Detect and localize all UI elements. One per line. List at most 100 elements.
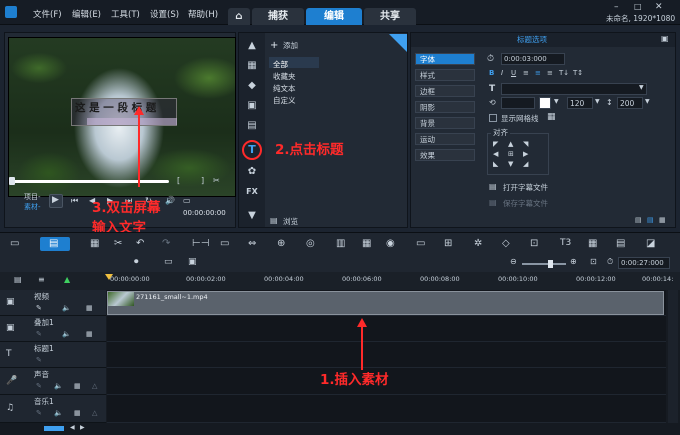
scroll-left-icon[interactable]: ◀ [70, 425, 75, 431]
save-subtitle-button[interactable]: 保存字幕文件 [503, 200, 548, 208]
text-direction-icon[interactable]: T↕ [573, 70, 583, 77]
track-lane-overlay[interactable] [107, 316, 666, 342]
overlay-track-ripple-icon[interactable]: ▦ [86, 331, 93, 338]
crop-icon[interactable]: ▭ [220, 239, 229, 249]
music-track-fade-icon[interactable]: △ [92, 410, 97, 417]
menu-file[interactable]: 文件(F) [33, 8, 62, 20]
overlay-track-edit-icon[interactable]: ✎ [36, 331, 42, 338]
line-spacing-dropdown-icon[interactable]: ▼ [645, 99, 650, 105]
volume-icon[interactable]: 🔊 [165, 197, 175, 205]
expand-icon[interactable]: ⇔ [248, 239, 256, 249]
multi-trim-icon[interactable]: ▦ [90, 239, 99, 249]
library-item-all[interactable]: 全部 [273, 59, 288, 70]
video-track-audio-icon[interactable]: 🔈 [62, 305, 71, 312]
font-dropdown-icon[interactable]: ▼ [639, 85, 644, 91]
title-icon[interactable]: T [244, 143, 260, 157]
track-manager-icon[interactable]: ▤ [14, 276, 22, 284]
align-top-icon[interactable]: ▲ [508, 141, 513, 148]
timeline-ruler[interactable]: ▤ ≡ ▲ 00:00:00:00 00:00:02:00 00:00:04:0… [0, 272, 680, 290]
chapter-icon[interactable]: ▤ [616, 239, 625, 249]
tab-capture[interactable]: 捕获 [252, 8, 304, 25]
mask-icon[interactable]: ◇ [502, 239, 510, 249]
speed-icon[interactable]: ▦ [362, 239, 371, 249]
options-close-icon[interactable]: ▣ [661, 35, 669, 43]
tab-font[interactable]: 字体 [415, 53, 475, 65]
scroll-right-icon[interactable]: ▶ [80, 425, 85, 431]
underline-icon[interactable]: U [511, 70, 516, 77]
trim-end-icon[interactable]: ] [201, 177, 204, 185]
align-left-pos-icon[interactable]: ◀ [493, 151, 498, 158]
close-icon[interactable]: ✕ [655, 3, 663, 12]
color-dropdown-icon[interactable]: ▼ [554, 99, 559, 105]
storyboard-view-icon[interactable]: ▭ [10, 239, 19, 249]
grid-settings-icon[interactable]: ▦ [547, 113, 556, 122]
align-center-icon[interactable]: ≡ [535, 70, 541, 77]
music-track-audio-icon[interactable]: 🔈 [54, 410, 63, 417]
music-track-edit-icon[interactable]: ✎ [36, 410, 42, 417]
voice-track-edit-icon[interactable]: ✎ [36, 383, 42, 390]
library-item-plain-text[interactable]: 纯文本 [273, 83, 296, 94]
zoom-slider-handle[interactable] [548, 260, 553, 268]
library-item-custom[interactable]: 自定义 [273, 95, 296, 106]
save-subtitle-icon[interactable]: ▤ [489, 199, 497, 207]
menu-settings[interactable]: 设置(S) [150, 8, 179, 20]
menu-edit[interactable]: 编辑(E) [72, 8, 101, 20]
motion-icon[interactable]: ⊕ [277, 239, 285, 249]
trim-start-icon[interactable]: [ [177, 177, 180, 185]
music-track-ripple-icon[interactable]: ▦ [74, 410, 81, 417]
instant-project-icon[interactable]: ◆ [244, 79, 260, 93]
record-icon[interactable]: ⏺ [134, 258, 139, 267]
zoom-in-icon[interactable]: ⊕ [570, 258, 577, 266]
go-start-icon[interactable]: ⏮ [71, 197, 78, 205]
vertical-text-icon[interactable]: T↓ [559, 70, 569, 77]
magic-icon[interactable]: ✲ [474, 239, 482, 249]
scrub-bar[interactable] [11, 180, 169, 183]
filter-icon[interactable]: ▤ [244, 119, 260, 133]
zoom-slider[interactable] [522, 263, 566, 265]
align-top-left-icon[interactable]: ◤ [493, 141, 498, 148]
fx-icon[interactable]: FX [244, 185, 260, 199]
show-grid-checkbox[interactable] [489, 114, 497, 122]
options-view-icon-2[interactable]: ▤ [647, 217, 654, 224]
browse-icon[interactable]: ▤ [270, 217, 278, 225]
color-grade-icon[interactable]: ▦ [588, 239, 597, 249]
tab-border[interactable]: 边框 [415, 85, 475, 97]
italic-icon[interactable]: I [501, 70, 503, 77]
cut-icon[interactable]: ✂ [114, 239, 122, 249]
tab-edit[interactable]: 编辑 [306, 8, 362, 25]
align-bottom-icon[interactable]: ▼ [508, 161, 513, 168]
browse-button[interactable]: 浏览 [283, 218, 298, 226]
bold-icon[interactable]: B [489, 70, 494, 77]
open-subtitle-icon[interactable]: ▤ [489, 183, 497, 191]
tab-background[interactable]: 背景 [415, 117, 475, 129]
tracker-icon[interactable]: ◎ [306, 239, 315, 249]
menu-help[interactable]: 帮助(H) [188, 8, 218, 20]
options-view-icon-1[interactable]: ▤ [635, 217, 642, 224]
chapter-marker-icon[interactable]: ▲ [64, 276, 70, 284]
snapshot-icon[interactable]: ▣ [188, 258, 197, 267]
preview-screen[interactable]: 这 是 一 段 标 题 [8, 37, 236, 197]
overlay-track-audio-icon[interactable]: 🔈 [62, 331, 71, 338]
preview-timecode[interactable]: 00:00:00:00 [183, 210, 226, 217]
open-subtitle-button[interactable]: 打开字幕文件 [503, 184, 548, 192]
align-right-pos-icon[interactable]: ▶ [523, 151, 528, 158]
split-screen-icon[interactable]: ⊞ [444, 239, 452, 249]
transition-icon[interactable]: ▣ [244, 99, 260, 113]
text-3d-icon[interactable]: T3 [560, 239, 571, 248]
track-lane-music[interactable] [107, 395, 666, 423]
align-center-pos-icon[interactable]: ⊞ [508, 151, 514, 158]
split-icon[interactable]: ✂ [213, 177, 220, 185]
voice-track-ripple-icon[interactable]: ▦ [74, 383, 81, 390]
align-left-icon[interactable]: ≡ [523, 70, 529, 77]
aspect-icon[interactable]: ▭ [183, 197, 191, 205]
track-lane-title[interactable] [107, 342, 666, 368]
group-icon[interactable]: ◉ [386, 239, 395, 249]
add-icon[interactable]: + [270, 41, 278, 51]
subtitle-icon[interactable]: ▭ [416, 239, 425, 249]
tab-share[interactable]: 共享 [364, 8, 416, 25]
redo-icon[interactable]: ↷ [162, 239, 170, 249]
fit-icon[interactable]: ⊢⊣ [192, 239, 209, 249]
align-right-icon[interactable]: ≡ [547, 70, 553, 77]
timeline-hscroll[interactable] [44, 426, 64, 431]
tab-effect[interactable]: 效果 [415, 149, 475, 161]
